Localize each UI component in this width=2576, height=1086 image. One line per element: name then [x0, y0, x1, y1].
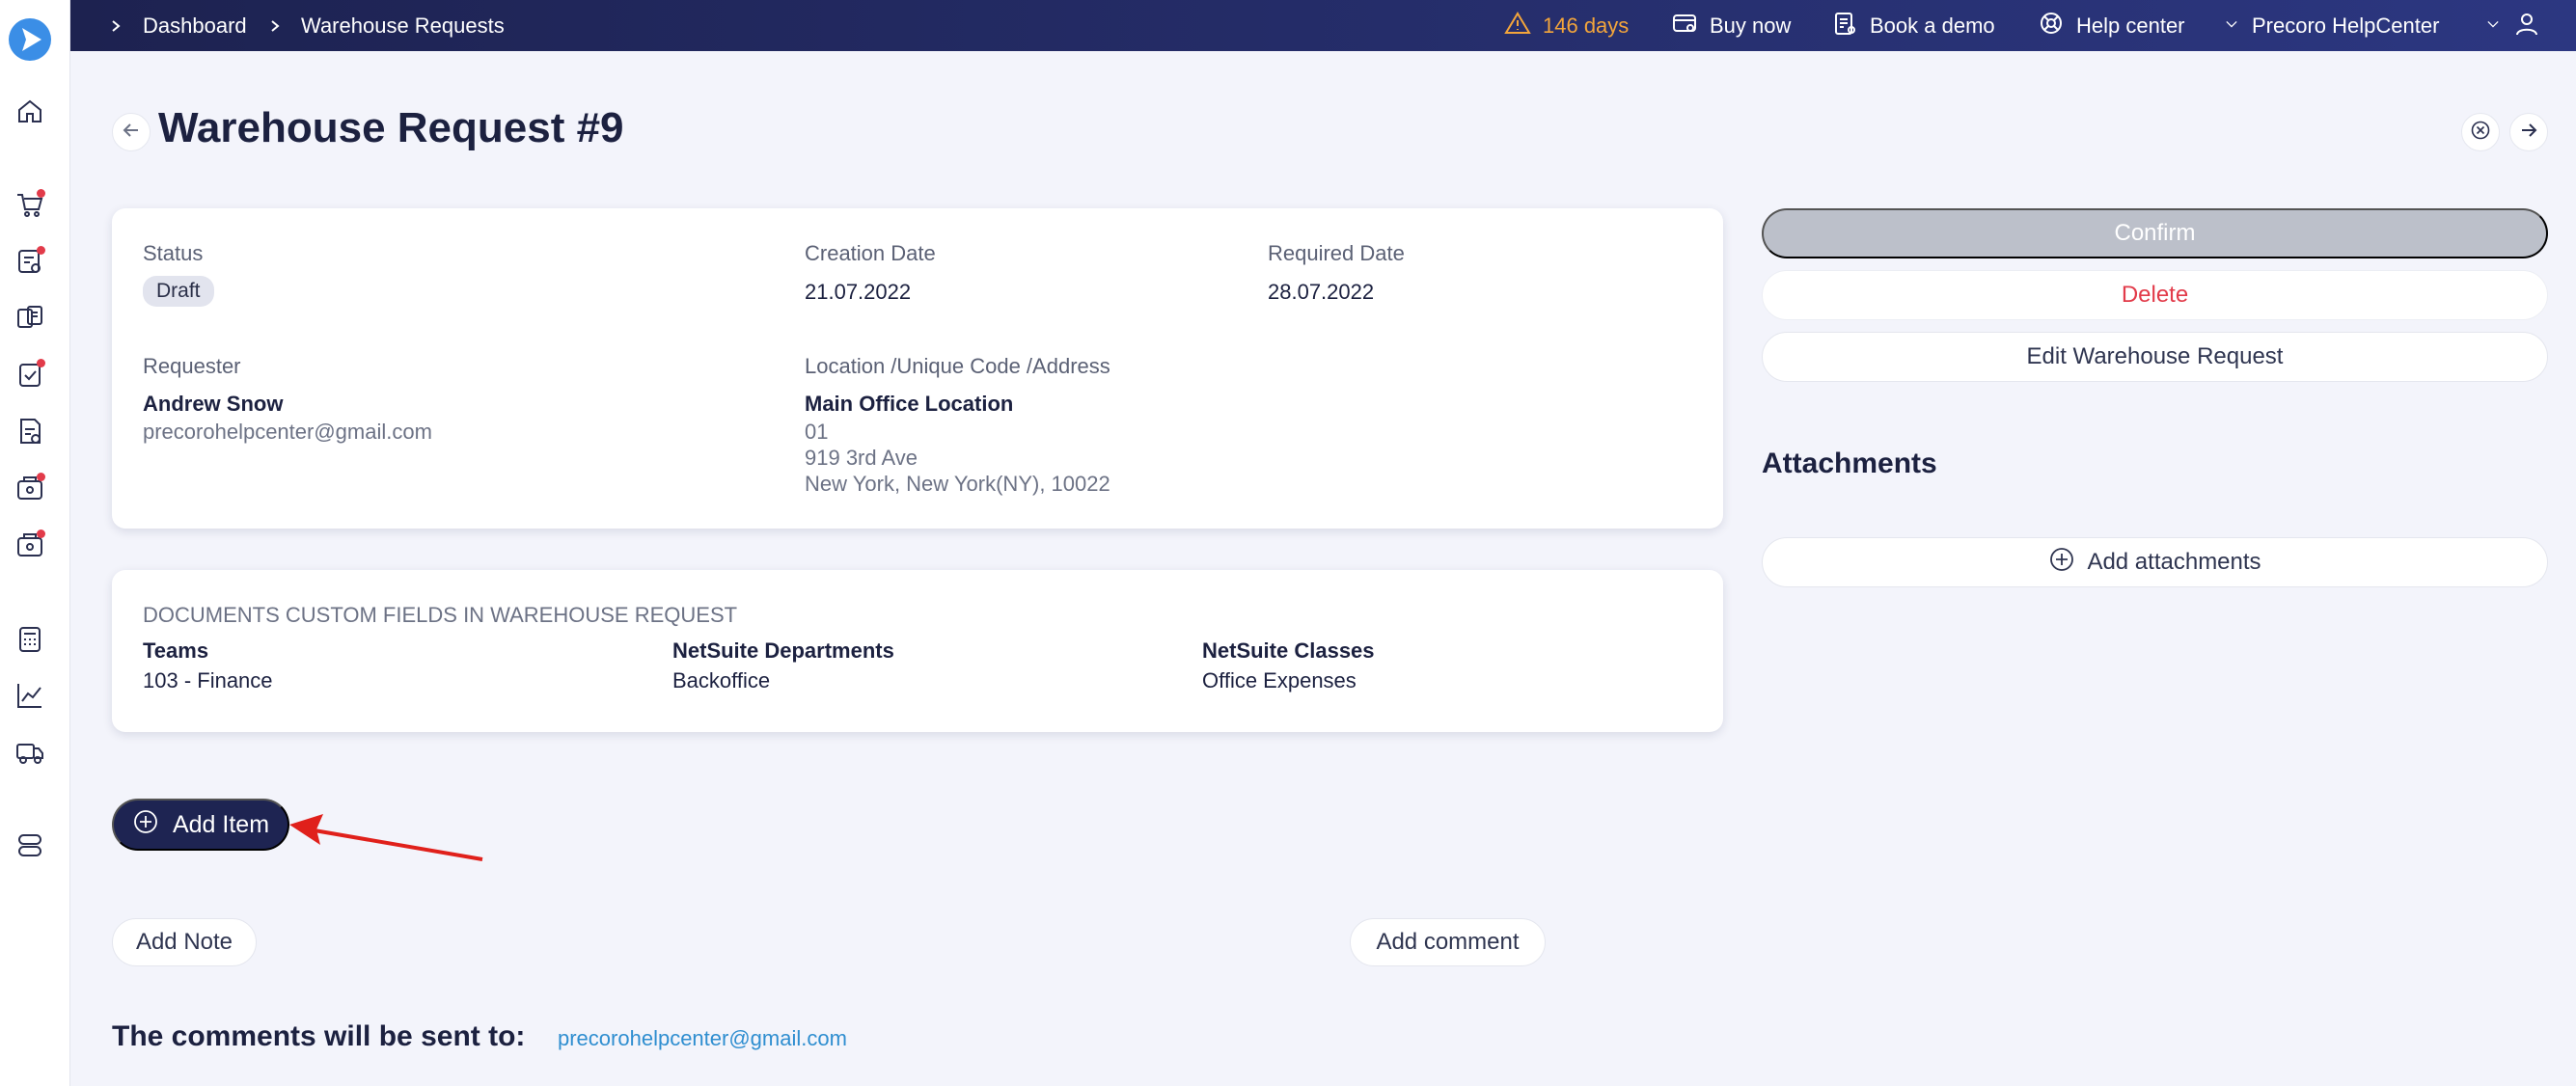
location-label: Location /Unique Code /Address — [805, 354, 1110, 378]
confirm-button[interactable]: Confirm — [1762, 208, 2548, 258]
annotation-arrow-icon — [289, 814, 483, 861]
plus-circle-icon — [132, 808, 159, 842]
close-circle-icon — [2470, 120, 2491, 146]
custom-field-value: Backoffice — [672, 668, 771, 692]
book-demo-link[interactable]: Book a demo — [1831, 0, 1995, 51]
status-badge: Draft — [143, 276, 214, 307]
home-icon[interactable] — [14, 95, 45, 126]
arrow-right-icon — [2518, 120, 2539, 146]
delete-button[interactable]: Delete — [1762, 270, 2548, 320]
help-center-link[interactable]: Help center — [2038, 0, 2185, 51]
edit-warehouse-request-button[interactable]: Edit Warehouse Request — [1762, 332, 2548, 382]
approval-icon[interactable] — [14, 359, 45, 390]
top-bar: Dashboard Warehouse Requests 146 days Bu… — [70, 0, 2576, 51]
requisition-icon[interactable] — [14, 246, 45, 277]
plus-circle-icon — [2048, 546, 2075, 580]
company-name: Precoro HelpCenter — [2252, 13, 2440, 38]
next-button[interactable] — [2509, 113, 2548, 151]
add-item-button[interactable]: Add Item — [112, 799, 289, 851]
status-label: Status — [143, 241, 204, 265]
trial-days-indicator[interactable]: 146 days — [1504, 0, 1629, 51]
creation-date-value: 21.07.2022 — [805, 280, 912, 304]
trial-days-text: 146 days — [1543, 13, 1630, 38]
arrow-left-icon — [121, 120, 142, 146]
requester-label: Requester — [143, 354, 241, 378]
cart-icon[interactable] — [14, 189, 45, 220]
custom-fields-heading: DOCUMENTS CUSTOM FIELDS IN WAREHOUSE REQ… — [143, 603, 738, 627]
invoice-icon[interactable] — [14, 302, 45, 333]
requester-name: Andrew Snow — [143, 392, 284, 416]
chevron-down-icon — [2223, 14, 2240, 39]
budget-alt-icon[interactable] — [14, 529, 45, 560]
add-item-label: Add Item — [172, 810, 270, 838]
page-title: Warehouse Request #9 — [158, 104, 624, 151]
custom-field-value: 103 - Finance — [143, 668, 273, 692]
custom-fields-card: DOCUMENTS CUSTOM FIELDS IN WAREHOUSE REQ… — [112, 570, 1723, 732]
location-street: 919 3rd Ave — [805, 446, 918, 470]
precoro-logo[interactable] — [9, 18, 51, 61]
creation-date-label: Creation Date — [805, 241, 936, 265]
custom-field-label: NetSuite Departments — [672, 638, 894, 663]
calculator-icon[interactable] — [14, 624, 45, 655]
add-note-button[interactable]: Add Note — [112, 918, 257, 966]
analytics-icon[interactable] — [14, 680, 45, 711]
user-menu[interactable] — [2484, 0, 2540, 51]
chevron-right-icon — [108, 0, 123, 51]
required-date-value: 28.07.2022 — [1268, 280, 1375, 304]
custom-field-value: Office Expenses — [1202, 668, 1357, 692]
details-card: Status Draft Creation Date 21.07.2022 Re… — [112, 208, 1723, 529]
add-comment-button[interactable]: Add comment — [1350, 918, 1546, 966]
budget-icon[interactable] — [14, 473, 45, 503]
comments-recipient-email[interactable]: precorohelpcenter@gmail.com — [558, 1026, 847, 1051]
location-name: Main Office Location — [805, 392, 1014, 416]
help-center-label: Help center — [2076, 13, 2185, 38]
warning-icon — [1504, 10, 1531, 42]
close-button[interactable] — [2461, 113, 2500, 151]
card-icon — [1671, 10, 1698, 42]
settings-toggle-icon[interactable] — [14, 829, 45, 860]
buy-now-label: Buy now — [1710, 13, 1792, 38]
lifebuoy-icon — [2038, 10, 2065, 42]
add-attachments-label: Add attachments — [2087, 549, 2261, 575]
company-selector[interactable]: Precoro HelpCenter — [2223, 0, 2439, 51]
add-attachments-button[interactable]: Add attachments — [1762, 537, 2548, 587]
book-demo-label: Book a demo — [1870, 13, 1995, 38]
user-icon — [2513, 10, 2540, 42]
receipt-icon[interactable] — [14, 416, 45, 447]
sidebar — [0, 0, 70, 1086]
breadcrumb-warehouse-requests[interactable]: Warehouse Requests — [301, 0, 505, 51]
comments-recipients-title: The comments will be sent to: — [112, 1020, 526, 1052]
custom-field-label: Teams — [143, 638, 209, 663]
location-code: 01 — [805, 420, 829, 444]
chevron-down-icon — [2484, 14, 2502, 39]
truck-icon[interactable] — [14, 737, 45, 768]
calendar-icon — [1831, 10, 1858, 42]
attachments-title: Attachments — [1762, 448, 1937, 479]
chevron-right-icon — [267, 0, 283, 51]
required-date-label: Required Date — [1268, 241, 1405, 265]
breadcrumb-dashboard[interactable]: Dashboard — [143, 0, 247, 51]
custom-field-label: NetSuite Classes — [1202, 638, 1375, 663]
requester-email: precorohelpcenter@gmail.com — [143, 420, 432, 444]
back-button[interactable] — [112, 113, 151, 151]
location-city: New York, New York(NY), 10022 — [805, 472, 1110, 496]
buy-now-link[interactable]: Buy now — [1671, 0, 1791, 51]
